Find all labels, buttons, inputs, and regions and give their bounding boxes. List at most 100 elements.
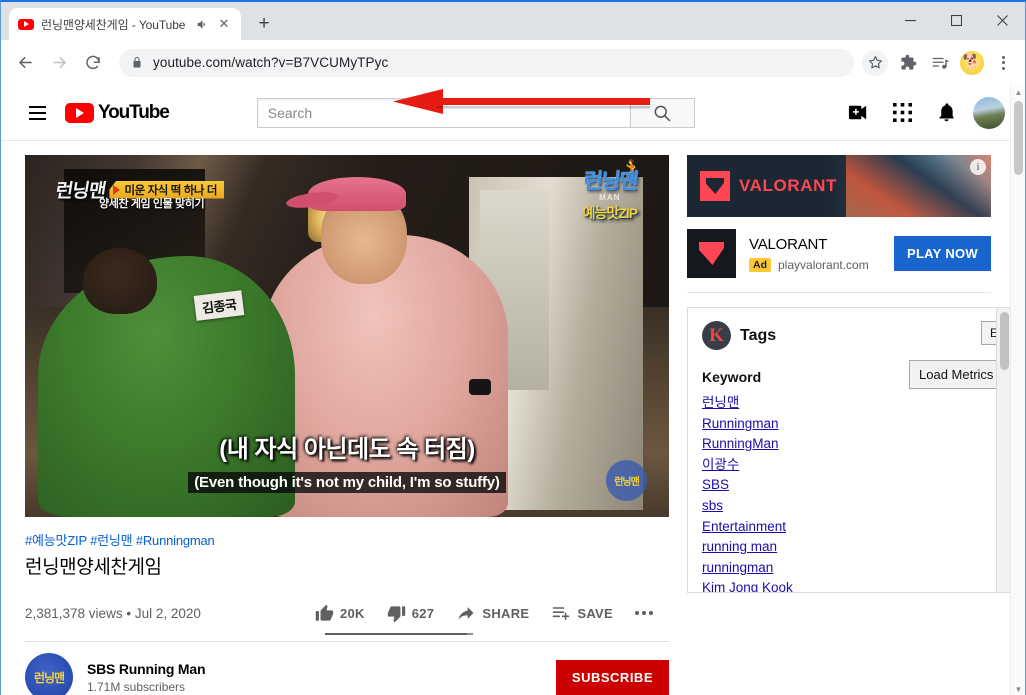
play-now-button[interactable]: PLAY NOW — [893, 236, 991, 271]
browser-window: 런닝맨양세찬게임 - YouTube ✕ + youtube.com/watch… — [0, 0, 1026, 695]
caption-korean: (내 자식 아닌데도 속 터짐) — [219, 436, 475, 463]
channel-row: 런닝맨 SBS Running Man 1.71M subscribers SU… — [25, 642, 669, 695]
chrome-menu-icon[interactable] — [989, 49, 1017, 77]
video-hashtags[interactable]: #예능맛ZIP #런닝맨 #Runningman — [25, 530, 669, 549]
list-item[interactable]: running man — [702, 537, 777, 558]
more-options-button[interactable] — [624, 611, 664, 615]
list-item[interactable]: 이광수 — [702, 455, 739, 476]
hamburger-icon[interactable] — [17, 93, 57, 133]
video-player[interactable]: 김종국 런닝맨 미운 자식 떡 하나 더 양세찬 게임 인물 맞히기 🏃 런닝맨… — [25, 155, 669, 517]
search-button[interactable] — [629, 97, 695, 128]
like-ratio-bar — [325, 633, 473, 635]
ad-text: VALORANT Ad playvalorant.com — [749, 236, 894, 272]
create-video-icon[interactable] — [841, 96, 875, 130]
list-item[interactable]: Kim Jong Kook — [702, 578, 793, 592]
thumbs-up-icon — [315, 604, 334, 621]
address-bar[interactable]: youtube.com/watch?v=B7VCUMyTPyc — [119, 48, 854, 77]
star-icon[interactable] — [862, 49, 888, 76]
play-triangle-icon — [113, 184, 121, 195]
share-arrow-icon — [458, 607, 474, 620]
tags-panel-title: Tags — [740, 326, 777, 344]
video-person-green-head — [82, 248, 157, 315]
page-scrollbar[interactable]: ▲ ▼ — [1010, 85, 1025, 695]
like-button[interactable]: 20K — [304, 595, 376, 631]
keyword-header-row: Keyword Load Metrics (use — [702, 360, 1011, 389]
search-input[interactable]: Search — [256, 97, 630, 128]
keyword-list: 런닝맨 Runningman RunningMan 이광수 SBS sbs En… — [702, 393, 1011, 592]
video-meta-row: 2,381,378 views • Jul 2, 2020 20K 627 SH… — [25, 593, 669, 635]
back-button[interactable] — [9, 47, 41, 79]
extension-scrollbar[interactable] — [996, 308, 1011, 592]
scroll-down-arrow[interactable]: ▼ — [1011, 682, 1025, 695]
view-count: 2,381,378 views — [25, 605, 123, 621]
close-icon[interactable]: ✕ — [216, 16, 232, 32]
upload-date: Jul 2, 2020 — [134, 605, 201, 621]
overlay-corner-logo: 런닝맨 — [581, 170, 638, 193]
channel-watermark[interactable]: 런닝맨 — [606, 460, 647, 501]
overlay-corner-zip: 예능맛ZIP — [582, 205, 638, 221]
masthead-actions — [841, 96, 1009, 130]
browser-tab[interactable]: 런닝맨양세찬게임 - YouTube ✕ — [9, 8, 241, 40]
ad-body: VALORANT Ad playvalorant.com PLAY NOW — [687, 229, 991, 278]
channel-text: SBS Running Man 1.71M subscribers — [87, 661, 206, 694]
forward-button[interactable] — [43, 47, 75, 79]
caption-english-wrap: (Even though it's not my child, I'm so s… — [25, 472, 669, 493]
youtube-masthead: YouTube Search — [1, 85, 1025, 141]
dislike-count: 627 — [411, 605, 435, 621]
share-label: SHARE — [482, 605, 530, 621]
list-item[interactable]: Entertainment — [702, 517, 786, 538]
thumbs-down-icon — [387, 605, 405, 622]
scrollbar-thumb[interactable] — [1014, 101, 1023, 175]
list-item[interactable]: sbs — [702, 496, 723, 517]
maximize-button[interactable] — [933, 2, 979, 38]
scroll-up-arrow[interactable]: ▲ — [1011, 85, 1025, 99]
channel-avatar[interactable]: 런닝맨 — [25, 653, 73, 695]
youtube-wordmark: YouTube — [98, 101, 170, 123]
new-tab-button[interactable]: + — [250, 10, 278, 38]
list-item[interactable]: 런닝맨 — [702, 393, 739, 414]
primary-column: 김종국 런닝맨 미운 자식 떡 하나 더 양세찬 게임 인물 맞히기 🏃 런닝맨… — [1, 141, 669, 695]
page-title: 런닝맨양세찬게임 — [25, 557, 162, 578]
video-wristwatch — [469, 379, 492, 396]
dislike-button[interactable]: 627 — [376, 595, 446, 631]
reload-button[interactable] — [77, 47, 109, 79]
user-avatar[interactable] — [973, 96, 1005, 129]
speaker-icon[interactable] — [195, 17, 209, 31]
youtube-apps-icon[interactable] — [885, 96, 919, 130]
list-item[interactable]: Runningman — [702, 414, 779, 435]
save-button[interactable]: SAVE — [540, 595, 624, 631]
list-item[interactable]: runningman — [702, 558, 773, 579]
window-controls — [887, 2, 1025, 38]
tags-extension-panel: K Tags E Keyword Load Metrics (use 런닝맨 R… — [687, 307, 1011, 593]
url-text: youtube.com/watch?v=B7VCUMyTPyc — [153, 55, 389, 70]
youtube-logo[interactable]: YouTube — [65, 101, 170, 124]
save-label: SAVE — [577, 605, 613, 621]
channel-name[interactable]: SBS Running Man — [87, 661, 206, 677]
video-person-cap — [308, 176, 407, 211]
youtube-favicon — [18, 16, 34, 32]
ad-title[interactable]: VALORANT — [749, 236, 827, 253]
extensions-puzzle-icon[interactable] — [893, 48, 923, 78]
secondary-column: VALORANT i VALORANT Ad playvalorant.com — [669, 141, 1025, 695]
ad-banner[interactable]: VALORANT i — [687, 155, 991, 217]
list-item[interactable]: SBS — [702, 475, 729, 496]
keyword-column-header: Keyword — [702, 369, 762, 385]
valorant-mark-icon — [700, 171, 730, 201]
keywordtool-logo-icon: K — [702, 321, 731, 350]
lock-icon — [131, 56, 144, 69]
like-count: 20K — [340, 605, 365, 621]
ad-thumbnail[interactable] — [687, 229, 736, 278]
tags-panel-header: K Tags — [702, 321, 1011, 350]
overlay-subtitle-text: 양세찬 게임 인물 맞히기 — [99, 198, 205, 210]
bell-icon[interactable] — [929, 96, 963, 130]
profile-avatar-icon[interactable]: 🐕 — [957, 48, 987, 78]
meta-separator: • — [126, 605, 132, 621]
list-item[interactable]: RunningMan — [702, 434, 779, 455]
subscribe-button[interactable]: SUBSCRIBE — [555, 659, 669, 695]
minimize-button[interactable] — [887, 2, 933, 38]
close-window-button[interactable] — [979, 2, 1025, 38]
video-overlay-right: 런닝맨 MAN 예능맛ZIP — [581, 165, 638, 223]
media-playlist-icon[interactable] — [925, 48, 955, 78]
share-button[interactable]: SHARE — [445, 595, 540, 631]
ad-info-icon[interactable]: i — [970, 159, 986, 175]
